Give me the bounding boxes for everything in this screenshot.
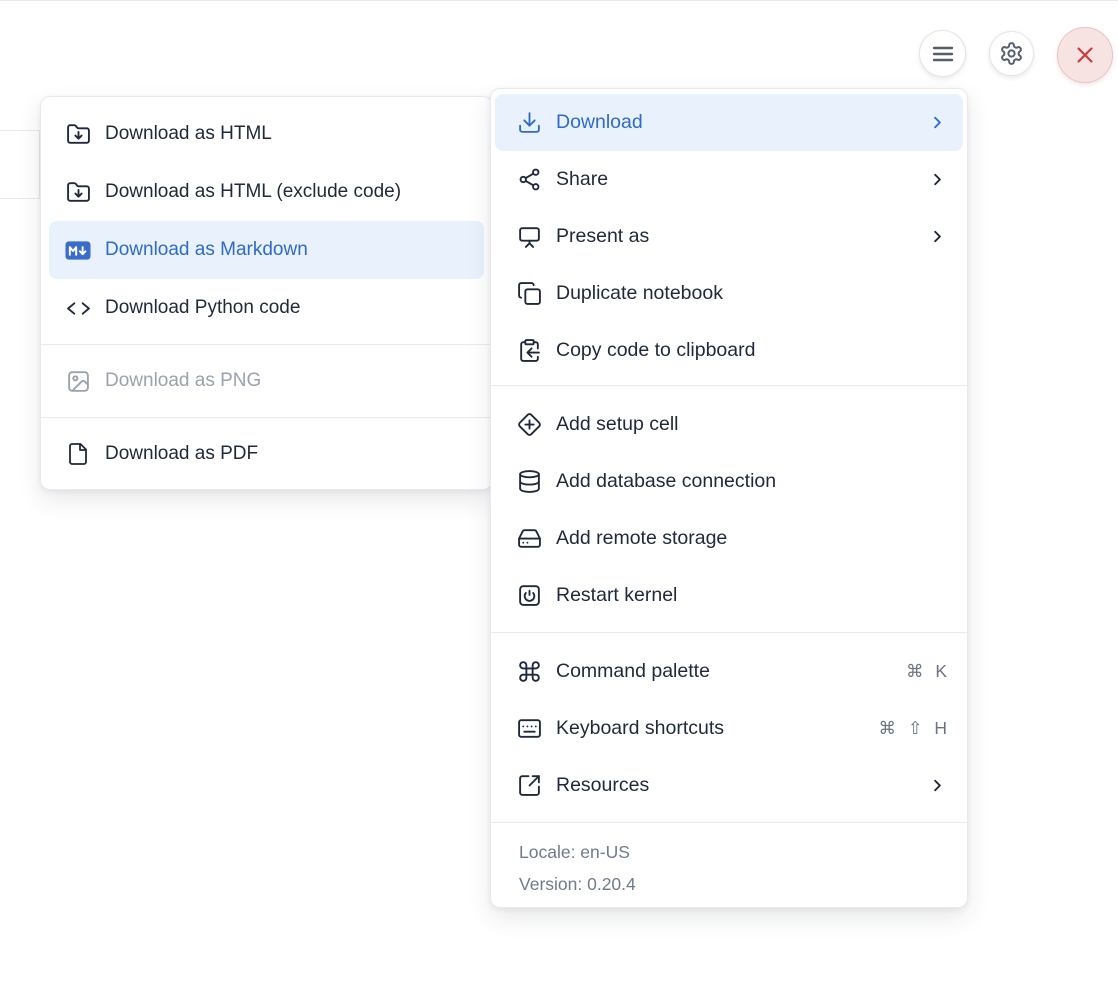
menu-item-download-html-exclude-code[interactable]: Download as HTML (exclude code) — [49, 163, 484, 221]
locale-text: Locale: en-US — [519, 836, 967, 868]
menu-item-download-python-code[interactable]: Download Python code — [49, 279, 484, 337]
menu-item-label: Download — [556, 111, 643, 134]
menu-item-restart-kernel[interactable]: Restart kernel — [495, 567, 963, 624]
close-icon — [1072, 42, 1098, 68]
keyboard-shortcut: ⌘ ⇧ H — [878, 718, 947, 739]
external-link-icon — [516, 773, 542, 798]
submenu-section-formats: Download as HTML Download as HTML (exclu… — [41, 97, 492, 344]
menu-item-label: Keyboard shortcuts — [556, 717, 724, 740]
menu-item-add-remote-storage[interactable]: Add remote storage — [495, 510, 963, 567]
menu-item-label: Resources — [556, 774, 649, 797]
hard-drive-icon — [516, 526, 542, 551]
markdown-icon — [65, 240, 91, 261]
version-text: Version: 0.20.4 — [519, 868, 967, 900]
menu-item-add-setup-cell[interactable]: Add setup cell — [495, 396, 963, 453]
page-top-border — [0, 0, 1118, 1]
menu-item-add-database-connection[interactable]: Add database connection — [495, 453, 963, 510]
chevron-right-icon — [928, 776, 947, 795]
presentation-icon — [516, 224, 542, 249]
menu-item-resources[interactable]: Resources — [495, 757, 963, 814]
menu-item-label: Present as — [556, 225, 649, 248]
menu-item-download-pdf[interactable]: Download as PDF — [49, 425, 484, 483]
share-icon — [516, 167, 542, 192]
clipboard-copy-icon — [516, 338, 542, 363]
command-icon — [516, 659, 542, 684]
menu-item-copy-code-to-clipboard[interactable]: Copy code to clipboard — [495, 322, 963, 379]
hamburger-icon — [931, 42, 955, 66]
menu-item-label: Command palette — [556, 660, 710, 683]
notebook-menu-button[interactable] — [919, 30, 966, 77]
menu-item-label: Duplicate notebook — [556, 282, 723, 305]
menu-item-label: Copy code to clipboard — [556, 339, 755, 362]
gear-icon — [999, 41, 1024, 66]
menu-item-label: Download as PDF — [105, 443, 258, 465]
menu-item-label: Add remote storage — [556, 527, 727, 550]
menu-item-label: Download as HTML (exclude code) — [105, 181, 401, 203]
image-icon — [65, 369, 91, 394]
menu-item-download-markdown[interactable]: Download as Markdown — [49, 221, 484, 279]
menu-item-keyboard-shortcuts[interactable]: Keyboard shortcuts ⌘ ⇧ H — [495, 700, 963, 757]
menu-item-present-as[interactable]: Present as — [495, 208, 963, 265]
keyboard-icon — [516, 716, 542, 741]
database-icon — [516, 469, 542, 494]
settings-button[interactable] — [989, 31, 1034, 76]
diamond-plus-icon — [516, 412, 542, 437]
keyboard-shortcut: ⌘ K — [906, 661, 947, 682]
code-icon — [65, 296, 91, 321]
menu-item-label: Download as HTML — [105, 123, 272, 145]
shutdown-button[interactable] — [1057, 27, 1113, 83]
power-square-icon — [516, 583, 542, 608]
menu-item-label: Share — [556, 168, 608, 191]
duplicate-icon — [516, 281, 542, 306]
menu-item-label: Download as Markdown — [105, 239, 308, 261]
background-cell-border — [0, 198, 40, 199]
file-icon — [65, 442, 91, 466]
notebook-menu: Download Share — [490, 88, 968, 908]
chevron-right-icon — [928, 170, 947, 189]
menu-item-command-palette[interactable]: Command palette ⌘ K — [495, 643, 963, 700]
menu-item-label: Add setup cell — [556, 413, 679, 436]
menu-item-label: Download as PNG — [105, 370, 261, 392]
menu-item-duplicate-notebook[interactable]: Duplicate notebook — [495, 265, 963, 322]
menu-section-notebook-actions: Add setup cell Add database connection — [491, 385, 967, 632]
folder-down-icon — [65, 180, 91, 205]
download-submenu: Download as HTML Download as HTML (exclu… — [40, 96, 493, 490]
chevron-right-icon — [928, 113, 947, 132]
menu-item-share[interactable]: Share — [495, 151, 963, 208]
menu-item-label: Add database connection — [556, 470, 776, 493]
background-cell-border — [0, 130, 40, 131]
menu-section-help: Command palette ⌘ K Keyboard shortcuts ⌘… — [491, 632, 967, 822]
menu-section-document-actions: Download Share — [491, 89, 967, 385]
folder-down-icon — [65, 122, 91, 147]
menu-item-download[interactable]: Download — [495, 94, 963, 151]
menu-item-download-png[interactable]: Download as PNG — [49, 352, 484, 410]
menu-item-label: Restart kernel — [556, 584, 677, 607]
menu-item-download-html[interactable]: Download as HTML — [49, 105, 484, 163]
download-icon — [516, 110, 542, 135]
chevron-right-icon — [928, 227, 947, 246]
submenu-section-pdf: Download as PDF — [41, 417, 492, 489]
menu-item-label: Download Python code — [105, 297, 300, 319]
submenu-section-png: Download as PNG — [41, 344, 492, 417]
menu-footer: Locale: en-US Version: 0.20.4 — [491, 822, 967, 907]
